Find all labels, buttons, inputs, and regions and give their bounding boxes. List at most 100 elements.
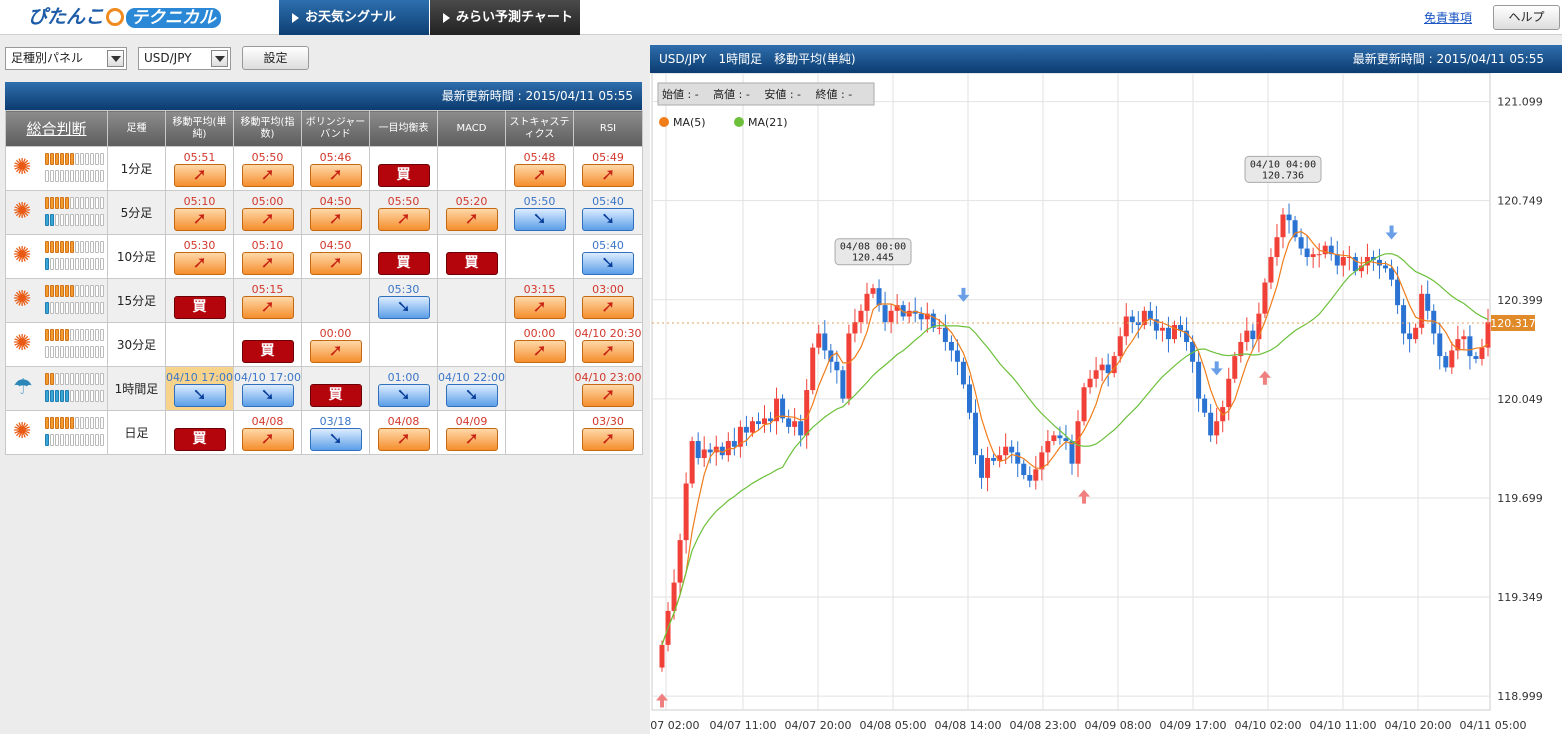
signal-cell[interactable]: 買 <box>369 146 438 191</box>
signal-cell[interactable]: 04/08 <box>233 410 302 455</box>
signal-cell[interactable]: 04/08 <box>369 410 438 455</box>
signal-cell[interactable]: 01:00 <box>369 366 438 411</box>
signal-cell[interactable]: 買 <box>233 322 302 367</box>
signal-cell[interactable]: 05:10 <box>233 234 302 279</box>
overall-cell[interactable]: ✺ <box>5 146 108 191</box>
candle <box>1051 435 1057 442</box>
candle <box>1087 378 1093 388</box>
col-header-3: 移動平均(指数) <box>233 110 302 147</box>
signal-cell[interactable]: 05:00 <box>233 190 302 235</box>
signal-cell[interactable]: 05:50 <box>505 190 574 235</box>
signal-cell[interactable]: 00:00 <box>505 322 574 367</box>
signal-cell[interactable]: 05:30 <box>369 278 438 323</box>
signal-cell[interactable]: 05:48 <box>505 146 574 191</box>
overall-cell[interactable]: ✺ <box>5 410 108 455</box>
signal-cell <box>301 278 370 323</box>
signal-cell[interactable]: 00:00 <box>301 322 370 367</box>
signal-cell[interactable]: 04/10 20:30 <box>573 322 643 367</box>
help-button[interactable]: ヘルプ <box>1493 5 1560 30</box>
signal-cell[interactable]: 04:50 <box>301 234 370 279</box>
signal-cell[interactable]: 05:49 <box>573 146 643 191</box>
y-tick-label: 121.099 <box>1497 96 1543 109</box>
chart-header: USD/JPY 1時間足 移動平均(単純) 最新更新時間 : 2015/04/11… <box>650 45 1562 73</box>
disclaimer-link[interactable]: 免責事項 <box>1424 9 1472 26</box>
signal-cell[interactable]: 03/18 <box>301 410 370 455</box>
signal-time: 04/09 <box>455 414 488 428</box>
signal-cell[interactable]: 買 <box>301 366 370 411</box>
candle <box>1304 248 1310 258</box>
arrow-down-icon <box>582 207 634 231</box>
candle <box>985 458 991 478</box>
tab-weather-signal[interactable]: お天気シグナル <box>279 0 429 35</box>
callout-time: 04/08 00:00 <box>840 242 906 253</box>
candle <box>731 441 737 447</box>
signal-cell[interactable]: 05:30 <box>165 234 234 279</box>
signal-cell[interactable]: 04/10 17:00 <box>165 366 234 411</box>
panel-type-select[interactable]: 足種別パネル <box>5 47 127 70</box>
x-tick-label: 04/08 05:00 <box>860 719 927 732</box>
timeframe-label: 10分足 <box>107 234 166 279</box>
signal-time: 04/10 23:00 <box>574 370 642 384</box>
candlestick-chart[interactable]: 04/07 02:00 04/07 11:00 04/07 20:00 04/08 0… <box>650 73 1562 734</box>
signal-cell[interactable]: 05:51 <box>165 146 234 191</box>
signal-cell[interactable]: 05:20 <box>437 190 506 235</box>
signal-cell[interactable]: 04/09 <box>437 410 506 455</box>
candle <box>960 361 966 385</box>
signal-time <box>166 415 233 428</box>
y-tick-label: 120.399 <box>1497 294 1543 307</box>
signal-cell[interactable]: 買 <box>165 278 234 323</box>
app-logo[interactable]: ぴたんこ テクニカル <box>28 3 250 31</box>
signal-cell <box>437 146 506 191</box>
settings-button[interactable]: 設定 <box>242 46 309 70</box>
x-tick-label: 04/10 20:00 <box>1385 719 1452 732</box>
candle <box>870 288 876 294</box>
signal-cell[interactable]: 05:15 <box>233 278 302 323</box>
signal-cell[interactable]: 03/30 <box>573 410 643 455</box>
col-header-0[interactable]: 総合判断 <box>5 110 108 147</box>
signal-cell[interactable]: 05:50 <box>233 146 302 191</box>
signal-cell[interactable]: 05:40 <box>573 190 643 235</box>
buy-badge: 買 <box>241 339 294 363</box>
panel-updated-time: 最新更新時間 : 2015/04/11 05:55 <box>5 82 642 110</box>
signal-time: 05:48 <box>523 150 556 164</box>
legend-ma21: MA(21) <box>748 116 788 129</box>
signal-cell[interactable]: 03:15 <box>505 278 574 323</box>
signal-time: 01:00 <box>387 370 420 384</box>
signal-cell[interactable]: 買 <box>165 410 234 455</box>
signal-cell[interactable]: 03:00 <box>573 278 643 323</box>
signal-cell[interactable]: 04/10 17:00 <box>233 366 302 411</box>
overall-cell[interactable]: ✺ <box>5 234 108 279</box>
signal-row: ✺ 日足買 04/08 03/18 04/08 04/09 03/30 <box>5 410 643 455</box>
signal-cell[interactable]: 買 <box>437 234 506 279</box>
candle <box>1099 364 1105 371</box>
signal-time <box>234 327 301 340</box>
signal-time: 00:00 <box>523 326 556 340</box>
signal-time: 05:30 <box>387 282 420 296</box>
signal-cell[interactable]: 05:40 <box>573 234 643 279</box>
arrow-up-icon <box>241 251 294 275</box>
sun-icon: ✺ <box>13 286 32 312</box>
play-icon <box>292 13 299 23</box>
timeframe-label: 15分足 <box>107 278 166 323</box>
x-tick-label: 04/10 02:00 <box>1235 719 1302 732</box>
overall-cell[interactable]: ☂ <box>5 366 108 411</box>
overall-cell[interactable]: ✺ <box>5 322 108 367</box>
signal-cell[interactable]: 04:50 <box>301 190 370 235</box>
signal-cell[interactable]: 05:46 <box>301 146 370 191</box>
tab-forecast-chart[interactable]: みらい予測チャート <box>430 0 580 35</box>
col-header-5: 一目均衡表 <box>369 110 438 147</box>
signal-cell[interactable]: 04/10 22:00 <box>437 366 506 411</box>
candle <box>725 441 731 456</box>
currency-pair-select[interactable]: USD/JPY <box>138 47 231 70</box>
signal-cell[interactable]: 04/10 23:00 <box>573 366 643 411</box>
candle <box>1461 336 1467 340</box>
signal-cell[interactable]: 05:50 <box>369 190 438 235</box>
signal-cell[interactable]: 買 <box>369 234 438 279</box>
overall-cell[interactable]: ✺ <box>5 190 108 235</box>
signal-cell[interactable]: 05:10 <box>165 190 234 235</box>
overall-cell[interactable]: ✺ <box>5 278 108 323</box>
candle <box>991 458 997 461</box>
strength-meter <box>44 328 106 361</box>
candle <box>858 310 864 323</box>
candle <box>816 333 822 348</box>
